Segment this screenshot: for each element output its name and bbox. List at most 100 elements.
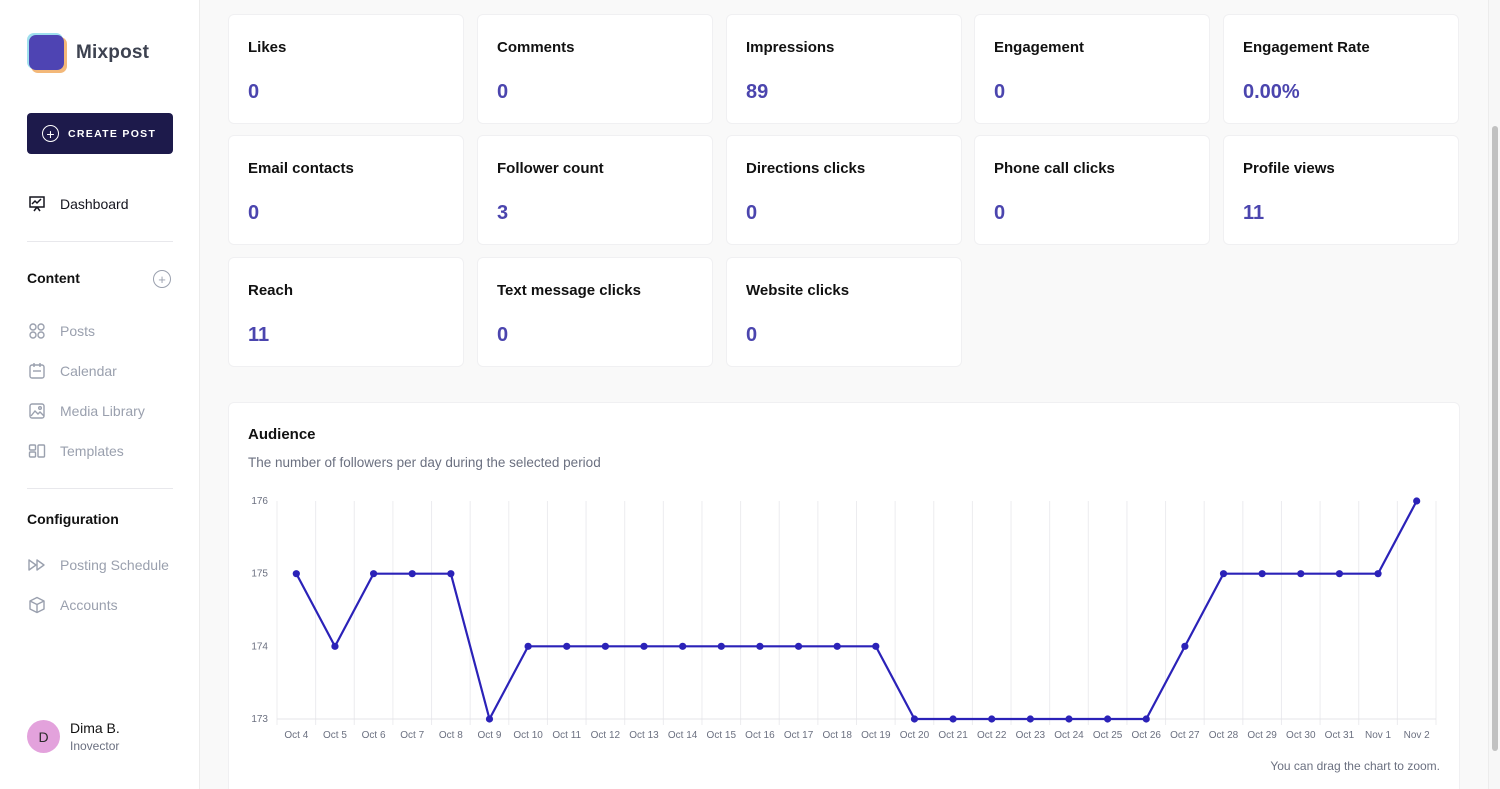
- data-point: [1104, 715, 1111, 722]
- metric-card-likes: Likes0: [228, 14, 464, 124]
- metric-card-text-message-clicks: Text message clicks0: [477, 257, 713, 367]
- data-point: [795, 643, 802, 650]
- sidebar-item-posting-schedule[interactable]: Posting Schedule: [27, 555, 169, 575]
- metric-value: 0: [497, 324, 508, 347]
- x-tick-label: Oct 10: [513, 730, 543, 741]
- metric-card-engagement: Engagement0: [974, 14, 1210, 124]
- data-point: [834, 643, 841, 650]
- user-organization: Inovector: [70, 739, 120, 753]
- plus-circle-icon: +: [42, 125, 59, 142]
- metric-card-engagement-rate: Engagement Rate 0.00%: [1223, 14, 1459, 124]
- sidebar-item-label: Dashboard: [60, 196, 129, 212]
- audience-chart[interactable]: 173174175176Oct 4Oct 5Oct 6Oct 7Oct 8Oct…: [229, 483, 1461, 753]
- metric-label: Engagement Rate: [1243, 39, 1370, 56]
- sidebar-item-accounts[interactable]: Accounts: [27, 595, 118, 615]
- metric-card-profile-views: Profile views11: [1223, 135, 1459, 245]
- metric-value: 0: [248, 81, 259, 104]
- metric-value: 0: [994, 81, 1005, 104]
- x-tick-label: Oct 23: [1016, 730, 1046, 741]
- x-tick-label: Oct 30: [1286, 730, 1316, 741]
- scrollbar-thumb[interactable]: [1492, 126, 1498, 751]
- metric-value: 0: [248, 202, 259, 225]
- data-point: [640, 643, 647, 650]
- metric-card-directions-clicks: Directions clicks0: [726, 135, 962, 245]
- metric-value: 3: [497, 202, 508, 225]
- metric-label: Impressions: [746, 39, 834, 56]
- presentation-chart-icon: [27, 194, 47, 214]
- section-title-content: Content: [27, 270, 80, 286]
- logo[interactable]: Mixpost: [27, 33, 149, 73]
- data-point: [679, 643, 686, 650]
- metric-card-website-clicks: Website clicks 0: [726, 257, 962, 367]
- y-tick-label: 176: [251, 496, 268, 507]
- metric-label: Reach: [248, 282, 293, 299]
- chart-zoom-hint: You can drag the chart to zoom.: [1270, 759, 1440, 773]
- metric-label: Website clicks: [746, 282, 849, 299]
- data-point: [525, 643, 532, 650]
- sidebar-item-posts[interactable]: Posts: [27, 321, 95, 341]
- metric-label: Phone call clicks: [994, 160, 1115, 177]
- main-content: Likes0Comments0Impressions89Engagement0E…: [201, 0, 1488, 789]
- x-tick-label: Oct 15: [707, 730, 737, 741]
- data-point: [331, 643, 338, 650]
- data-point: [1297, 570, 1304, 577]
- data-point: [872, 643, 879, 650]
- divider: [27, 488, 173, 489]
- data-point: [1374, 570, 1381, 577]
- metric-value: 11: [1243, 202, 1264, 225]
- templates-icon: [27, 441, 47, 461]
- data-point: [1181, 643, 1188, 650]
- grid-icon: [27, 321, 47, 341]
- data-point: [602, 643, 609, 650]
- x-tick-label: Oct 19: [861, 730, 891, 741]
- x-tick-label: Oct 14: [668, 730, 698, 741]
- x-tick-label: Oct 21: [938, 730, 968, 741]
- metric-value: 0: [994, 202, 1005, 225]
- x-tick-label: Oct 28: [1209, 730, 1239, 741]
- add-content-button[interactable]: +: [153, 270, 171, 288]
- data-point: [1259, 570, 1266, 577]
- metric-card-phone-call-clicks: Phone call clicks 0: [974, 135, 1210, 245]
- metric-card-email-contacts: Email contacts0: [228, 135, 464, 245]
- x-tick-label: Oct 31: [1325, 730, 1355, 741]
- metric-value: 11: [248, 324, 269, 347]
- logo-icon: [27, 33, 67, 73]
- sidebar-item-dashboard[interactable]: Dashboard: [27, 194, 129, 214]
- metric-card-comments: Comments0: [477, 14, 713, 124]
- data-point: [911, 715, 918, 722]
- user-menu[interactable]: D Dima B. Inovector: [27, 720, 120, 753]
- sidebar: Mixpost + CREATE POST Dashboard Content …: [0, 0, 200, 789]
- x-tick-label: Oct 9: [478, 730, 502, 741]
- x-tick-label: Oct 20: [900, 730, 930, 741]
- y-tick-label: 175: [251, 569, 268, 580]
- avatar: D: [27, 720, 60, 753]
- metric-value: 0.00%: [1243, 81, 1300, 104]
- data-point: [370, 570, 377, 577]
- plus-circle-icon: +: [158, 273, 166, 286]
- data-point: [756, 643, 763, 650]
- app-name: Mixpost: [76, 42, 149, 64]
- chart-subtitle: The number of followers per day during t…: [248, 455, 601, 470]
- chart-title: Audience: [248, 426, 316, 443]
- create-post-button[interactable]: + CREATE POST: [27, 113, 173, 154]
- x-tick-label: Oct 29: [1247, 730, 1277, 741]
- metric-value: 0: [746, 324, 757, 347]
- sidebar-item-label: Templates: [60, 443, 124, 459]
- sidebar-item-calendar[interactable]: Calendar: [27, 361, 117, 381]
- x-tick-label: Oct 22: [977, 730, 1007, 741]
- y-tick-label: 173: [251, 714, 268, 725]
- sidebar-item-media-library[interactable]: Media Library: [27, 401, 145, 421]
- data-point: [949, 715, 956, 722]
- audience-chart-card: Audience The number of followers per day…: [228, 402, 1460, 789]
- x-tick-label: Oct 8: [439, 730, 463, 741]
- sidebar-item-templates[interactable]: Templates: [27, 441, 124, 461]
- x-tick-label: Oct 13: [629, 730, 659, 741]
- metric-label: Directions clicks: [746, 160, 865, 177]
- data-point: [1143, 715, 1150, 722]
- calendar-icon: [27, 361, 47, 381]
- scrollbar[interactable]: [1488, 0, 1500, 789]
- user-name: Dima B.: [70, 720, 120, 736]
- x-tick-label: Oct 4: [284, 730, 308, 741]
- x-tick-label: Oct 17: [784, 730, 814, 741]
- data-point: [718, 643, 725, 650]
